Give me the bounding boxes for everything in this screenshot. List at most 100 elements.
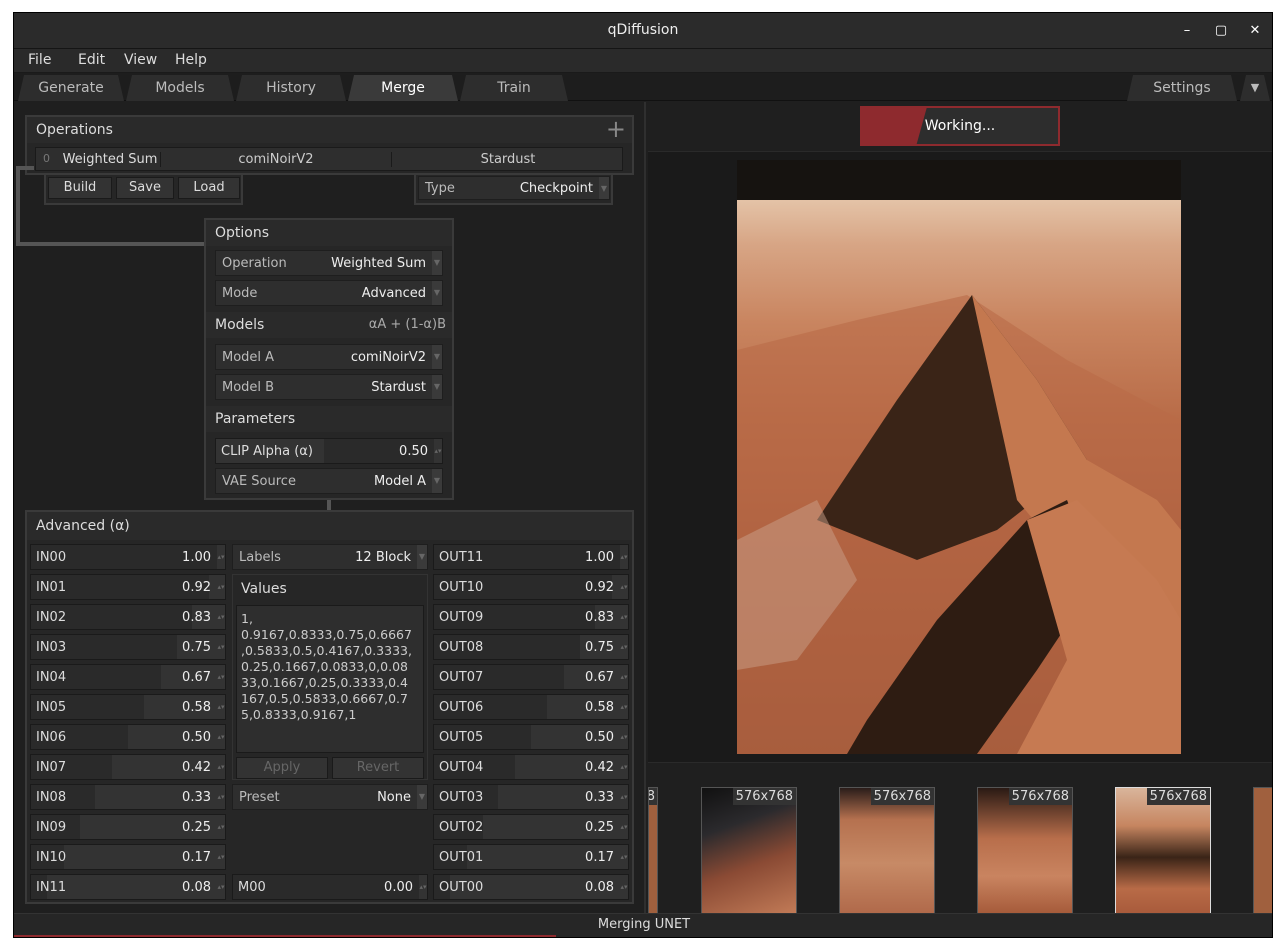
m00-slider[interactable]: M00 0.00 ▴▾ [232,874,428,900]
options-panel: Options Operation Weighted Sum ▼ Mode Ad… [204,218,454,500]
operation-label: Operation [222,256,287,271]
in-slider-in05[interactable]: IN05 0.58 ▴▾ [30,694,226,720]
out-slider-out09[interactable]: OUT09 0.83 ▴▾ [433,604,629,630]
labels-select[interactable]: Labels 12 Block ▼ [232,544,428,570]
vae-dropdown-icon: ▼ [432,469,442,493]
operation-model-b: Stardust [480,152,536,167]
menu-file[interactable]: File [28,52,51,68]
in-slider-label: IN10 [36,850,67,865]
in-slider-in03[interactable]: IN03 0.75 ▴▾ [30,634,226,660]
thumbnail-3[interactable]: 576x768 [977,787,1073,915]
out-slider-out04[interactable]: OUT04 0.42 ▴▾ [433,754,629,780]
tab-dropdown-icon[interactable]: ▼ [1240,75,1270,101]
menu-view[interactable]: View [124,52,157,68]
thumbnail-partial-right[interactable] [1253,787,1272,915]
spin-icon: ▴▾ [217,845,225,869]
in-slider-in11[interactable]: IN11 0.08 ▴▾ [30,874,226,900]
values-textarea[interactable]: 1, 0.9167,0.8333,0.75,0.6667 ,0.5833,0.5… [236,605,424,753]
type-label: Type [425,181,455,196]
close-icon[interactable]: ✕ [1247,23,1263,39]
app-window: qDiffusion – ▢ ✕ File Edit View Help Gen… [13,12,1273,938]
in-slider-in06[interactable]: IN06 0.50 ▴▾ [30,724,226,750]
in-slider-value: 0.42 [182,760,211,775]
add-icon[interactable]: + [606,115,626,143]
spin-icon: ▴▾ [620,665,628,689]
clip-alpha-spin-icon: ▴▾ [434,439,442,463]
tab-train[interactable]: Train [460,75,568,101]
out-slider-out02[interactable]: OUT02 0.25 ▴▾ [433,814,629,840]
out-slider-out05[interactable]: OUT05 0.50 ▴▾ [433,724,629,750]
type-select[interactable]: Type Checkpoint ▼ [418,176,610,200]
out-slider-label: OUT08 [439,640,484,655]
preset-select[interactable]: Preset None ▼ [232,784,428,810]
spin-icon: ▴▾ [217,695,225,719]
operation-dropdown-icon: ▼ [432,251,442,275]
apply-button[interactable]: Apply [236,757,328,779]
thumbnail-4-size: 576x768 [1146,788,1210,805]
model-a-select[interactable]: Model A comiNoirV2 ▼ [215,344,443,370]
menu-help[interactable]: Help [175,52,207,68]
out-slider-value: 0.58 [585,700,614,715]
in-slider-in07[interactable]: IN07 0.42 ▴▾ [30,754,226,780]
thumbnail-partial[interactable]: 8 [648,787,658,915]
spin-icon: ▴▾ [217,785,225,809]
tab-bar: Generate Models History Merge Train Sett… [14,73,1272,101]
model-a-value: comiNoirV2 [350,350,426,365]
in-slider-in09[interactable]: IN09 0.25 ▴▾ [30,814,226,840]
title-bar: qDiffusion – ▢ ✕ [14,13,1272,49]
spin-icon: ▴▾ [217,815,225,839]
out-slider-value: 0.75 [585,640,614,655]
in-slider-in10[interactable]: IN10 0.17 ▴▾ [30,844,226,870]
clip-alpha-slider[interactable]: CLIP Alpha (α) 0.50 ▴▾ [215,438,443,464]
in-slider-in00[interactable]: IN00 1.00 ▴▾ [30,544,226,570]
out-slider-out10[interactable]: OUT10 0.92 ▴▾ [433,574,629,600]
out-slider-out11[interactable]: OUT11 1.00 ▴▾ [433,544,629,570]
in-slider-value: 1.00 [182,550,211,565]
out-slider-label: OUT03 [439,790,484,805]
in-slider-in04[interactable]: IN04 0.67 ▴▾ [30,664,226,690]
tab-history[interactable]: History [236,75,346,101]
out-slider-label: OUT00 [439,880,484,895]
revert-button[interactable]: Revert [332,757,424,779]
out-slider-value: 0.33 [585,790,614,805]
mode-select[interactable]: Mode Advanced ▼ [215,280,443,306]
tab-merge[interactable]: Merge [348,75,458,101]
working-button[interactable]: Working... [860,106,1060,146]
menu-edit[interactable]: Edit [78,52,105,68]
maximize-icon[interactable]: ▢ [1213,23,1229,39]
model-b-select[interactable]: Model B Stardust ▼ [215,374,443,400]
out-slider-out03[interactable]: OUT03 0.33 ▴▾ [433,784,629,810]
vae-source-select[interactable]: VAE Source Model A ▼ [215,468,443,494]
vae-source-value: Model A [373,474,426,489]
thumbnail-2[interactable]: 576x768 [839,787,935,915]
thumbnail-4-selected[interactable]: 576x768 [1115,787,1211,915]
in-slider-in08[interactable]: IN08 0.33 ▴▾ [30,784,226,810]
out-slider-out08[interactable]: OUT08 0.75 ▴▾ [433,634,629,660]
preview-image[interactable] [737,200,1181,754]
out-slider-out06[interactable]: OUT06 0.58 ▴▾ [433,694,629,720]
in-slider-label: IN01 [36,580,67,595]
operation-type: Weighted Sum [62,152,158,167]
type-dropdown-icon: ▼ [599,177,609,199]
preview-area [648,151,1272,763]
in-slider-in02[interactable]: IN02 0.83 ▴▾ [30,604,226,630]
out-slider-out00[interactable]: OUT00 0.08 ▴▾ [433,874,629,900]
tab-settings[interactable]: Settings [1127,75,1237,101]
in-slider-label: IN02 [36,610,67,625]
in-slider-value: 0.25 [182,820,211,835]
tab-models[interactable]: Models [126,75,234,101]
menu-bar: File Edit View Help [14,49,1272,73]
values-title: Values [241,581,287,597]
connector-line [16,166,206,246]
out-slider-value: 1.00 [585,550,614,565]
out-slider-out07[interactable]: OUT07 0.67 ▴▾ [433,664,629,690]
thumbnail-1[interactable]: 576x768 [701,787,797,915]
minimize-icon[interactable]: – [1179,23,1195,39]
operation-select[interactable]: Operation Weighted Sum ▼ [215,250,443,276]
advanced-panel: Advanced (α) Labels 12 Block ▼ Values 1,… [25,510,634,904]
out-slider-out01[interactable]: OUT01 0.17 ▴▾ [433,844,629,870]
preset-label: Preset [239,790,280,805]
in-slider-in01[interactable]: IN01 0.92 ▴▾ [30,574,226,600]
tab-generate[interactable]: Generate [18,75,124,101]
operation-index: 0 [43,152,50,165]
